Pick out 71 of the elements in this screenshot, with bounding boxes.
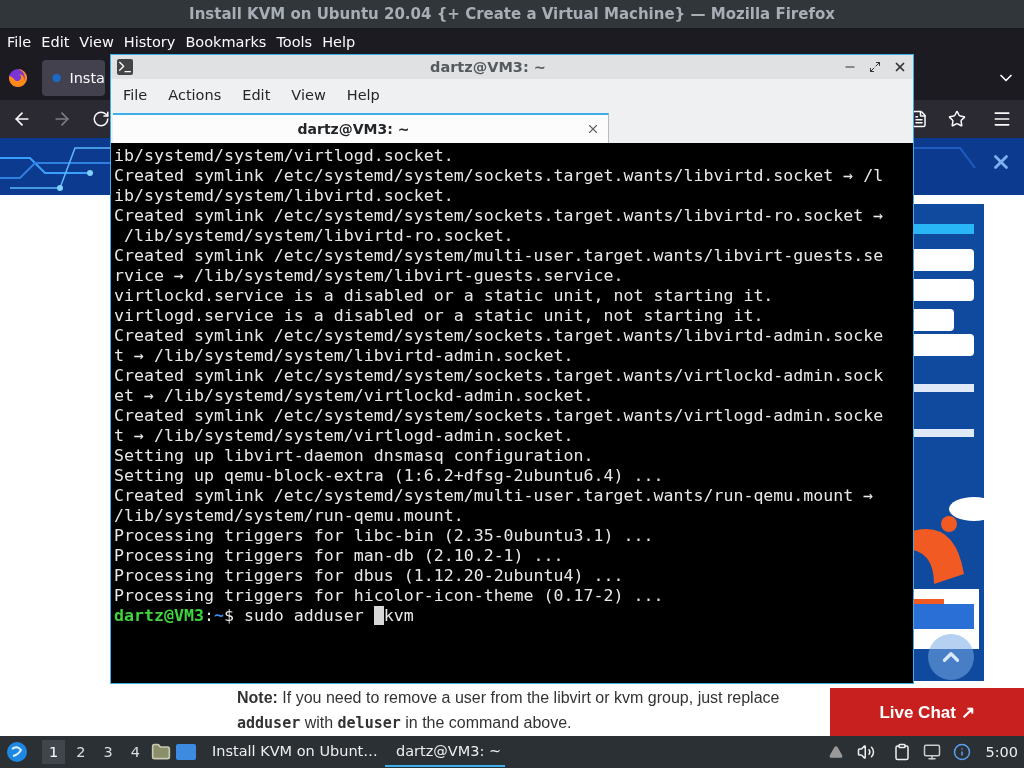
terminal-line: rvice → /lib/systemd/system/libvirt-guests.service. [114, 266, 625, 286]
terminal-line: Created symlink /etc/systemd/system/multi-user.target.wants/libvirt-guests.se [114, 246, 885, 266]
menu-item[interactable]: Tools [271, 33, 318, 50]
note-paragraph: Note: If you need to remove a user from the libvirt or kvm group, just replace adduser with deluser in the command above. [237, 688, 781, 734]
terminal-icon [117, 59, 133, 75]
terminal-line: Created symlink /etc/systemd/system/sockets.target.wants/libvirtd.socket → /l [114, 166, 885, 186]
terminal-line: Setting up qemu-block-extra (1:6.2+dfsg-2ubuntu6.4) ... [114, 466, 665, 486]
menu-item[interactable]: View [285, 86, 332, 103]
terminal-line: /lib/systemd/system/run-qemu.mount. [114, 506, 465, 526]
terminal-line: ib/systemd/system/libvirtd.socket. [114, 186, 455, 206]
menu-item[interactable]: History [118, 33, 181, 50]
terminal-line: t → /lib/systemd/system/libvirtd-admin.socket. [114, 346, 575, 366]
window-title: Install KVM on Ubuntu 20.04 {+ Create a Virtual Machine} — Mozilla Firefox [189, 5, 835, 23]
window-title: dartz@VM3: ~ [429, 59, 547, 75]
reload-icon[interactable] [92, 110, 110, 128]
terminal-line: ib/systemd/system/virtlogd.socket. [114, 146, 455, 166]
menu-icon[interactable] [992, 109, 1012, 129]
prompt-separator: : [203, 606, 214, 626]
menu-item[interactable]: Bookmarks [180, 33, 272, 50]
volume-icon[interactable] [857, 743, 876, 761]
terminal-line: Processing triggers for hicolor-icon-theme (0.17-2) ... [114, 586, 665, 606]
menu-item[interactable]: Edit [36, 33, 75, 50]
star-icon[interactable] [948, 110, 966, 128]
terminal-line: Created symlink /etc/systemd/system/sockets.target.wants/libvirtd-admin.socke [114, 326, 885, 346]
window-icon[interactable] [174, 743, 197, 761]
terminal-line: /lib/systemd/system/libvirtd-ro.socket. [123, 226, 515, 246]
maximize-icon[interactable] [869, 61, 881, 73]
terminal-line: virtlogd.service is a disabled or a static unit, not starting it. [114, 306, 765, 326]
tray-arrow-icon[interactable] [829, 745, 844, 759]
terminal-line: Created symlink /etc/systemd/system/multi-user.target.wants/run-qemu.mount → [114, 486, 875, 506]
clock: 5:00 [985, 744, 1018, 760]
command-text: $ sudo adduser [223, 606, 365, 626]
menu-item[interactable]: File [117, 86, 154, 103]
terminal-line: t → /lib/systemd/system/virtlogd-admin.socket. [114, 426, 575, 446]
menu-item[interactable]: Actions [162, 86, 228, 103]
terminal-line: Setting up libvirt-daemon dnsmasq configuration. [114, 446, 595, 466]
menu-item[interactable]: Help [317, 33, 361, 50]
prompt-user: dartz@VM3 [114, 606, 204, 626]
close-icon[interactable] [586, 122, 600, 136]
start-menu-icon[interactable] [6, 741, 28, 763]
notification-icon[interactable] [953, 743, 972, 761]
live-chat-button[interactable]: Live Chat ↗ [830, 688, 1024, 736]
text-cursor [373, 606, 384, 625]
terminal-line: et → /lib/systemd/system/virtlockd-admin.socket. [114, 386, 595, 406]
workspace-button[interactable]: 2 [69, 740, 93, 764]
menu-item[interactable]: View [74, 33, 119, 50]
clipboard-icon[interactable] [893, 743, 912, 761]
network-icon[interactable] [923, 743, 942, 761]
prompt-path: ~ [213, 606, 224, 626]
close-icon[interactable] [893, 60, 907, 74]
taskbar-item[interactable]: Install KVM on Ubunt… [200, 737, 381, 767]
terminal-line: Created symlink /etc/systemd/system/sockets.target.wants/virtlogd-admin.socke [114, 406, 885, 426]
taskbar-item[interactable]: dartz@VM3: ~ [384, 737, 505, 767]
terminal-line: Processing triggers for dbus (1.12.20-2ubuntu4) ... [114, 566, 625, 586]
firefox-icon[interactable] [8, 67, 28, 88]
folder-icon[interactable] [150, 742, 171, 762]
workspace-button[interactable]: 1 [42, 740, 66, 764]
command-text: kvm [383, 606, 414, 626]
terminal-tab[interactable]: dartz@VM3: ~ [113, 113, 609, 143]
terminal-line: Processing triggers for libc-bin (2.35-0ubuntu3.1) ... [114, 526, 655, 546]
terminal-line: Processing triggers for man-db (2.10.2-1) ... [114, 546, 565, 566]
menu-item[interactable]: Help [340, 86, 386, 103]
browser-tab[interactable]: Insta [42, 59, 105, 96]
terminal-line: Created symlink /etc/systemd/system/sockets.target.wants/virtlockd-admin.sock [114, 366, 885, 386]
menu-item[interactable]: File [2, 33, 37, 50]
workspace-button[interactable]: 4 [123, 740, 147, 764]
scroll-to-top-button[interactable] [928, 634, 974, 680]
terminal-line: virtlockd.service is a disabled or a static unit, not starting it. [114, 286, 775, 306]
terminal-line: Created symlink /etc/systemd/system/sockets.target.wants/libvirtd-ro.socket → [114, 206, 885, 226]
workspace-button[interactable]: 3 [96, 740, 120, 764]
menu-item[interactable]: Edit [236, 86, 277, 103]
